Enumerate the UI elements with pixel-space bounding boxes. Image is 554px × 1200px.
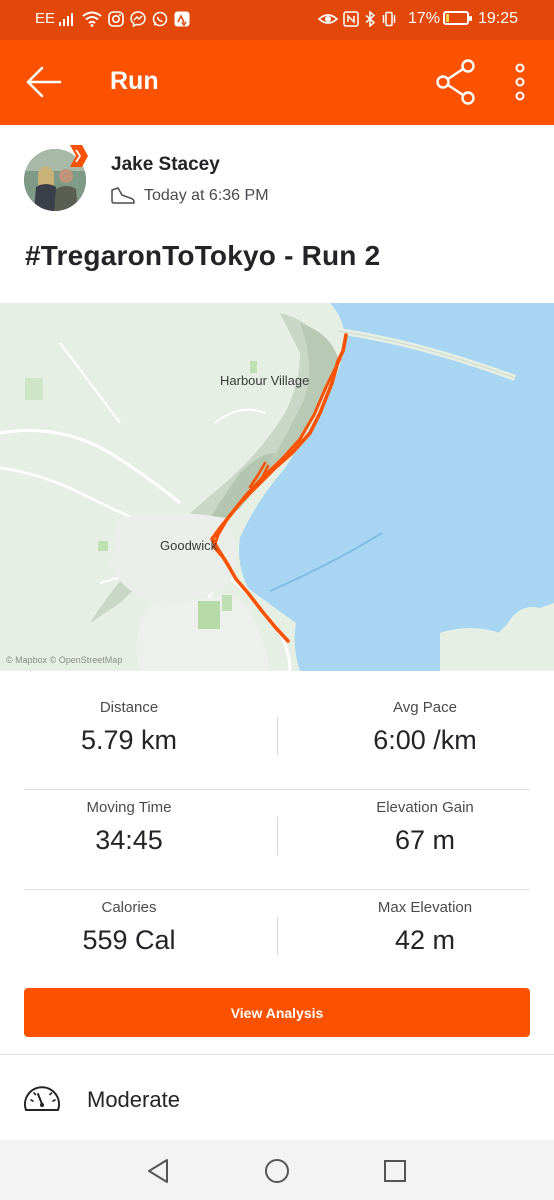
- stat-value: 5.79 km: [80, 725, 178, 755]
- stat-divider: [277, 717, 278, 755]
- map-label-goodwick: Goodwick: [160, 538, 218, 553]
- view-analysis-button[interactable]: View Analysis: [24, 988, 530, 1037]
- messenger-icon: [130, 11, 146, 27]
- shoe-icon: [111, 187, 135, 204]
- athlete-header: Jake Stacey Today at 6:36 PM: [0, 125, 554, 225]
- stats-grid: Distance 5.79 km Avg Pace 6:00 /km Movin…: [24, 690, 530, 989]
- stat-label: Elevation Gain: [376, 799, 474, 816]
- stat-label: Calories: [101, 899, 157, 916]
- stat-avg-pace: Avg Pace 6:00 /km: [320, 690, 530, 756]
- battery-fill: [446, 14, 449, 22]
- nav-home-icon[interactable]: [262, 1156, 292, 1186]
- stats-row-2: Moving Time 34:45 Elevation Gain 67 m: [24, 790, 530, 890]
- back-arrow-icon[interactable]: [22, 60, 66, 104]
- athlete-name[interactable]: Jake Stacey: [111, 154, 220, 176]
- nav-back-icon[interactable]: [143, 1156, 173, 1186]
- divider: [0, 1054, 554, 1055]
- stat-value: 6:00 /km: [373, 725, 477, 755]
- stat-value: 42 m: [394, 925, 456, 955]
- battery-percent: 17%: [408, 10, 441, 27]
- route-map[interactable]: Harbour Village Goodwick © Mapbox © Open…: [0, 303, 554, 671]
- activity-timestamp: Today at 6:36 PM: [144, 187, 269, 204]
- perceived-effort-row[interactable]: Moderate: [0, 1070, 554, 1130]
- bluetooth-icon: [365, 11, 376, 27]
- strava-app-icon: [174, 11, 190, 27]
- gauge-icon: [24, 1086, 60, 1111]
- status-right-icons: [318, 8, 397, 30]
- stat-max-elevation: Max Elevation 42 m: [320, 890, 530, 956]
- subscriber-badge-icon: [70, 145, 88, 167]
- map-attribution[interactable]: © Mapbox © OpenStreetMap: [6, 655, 122, 665]
- clock: 19:25: [478, 10, 519, 27]
- activity-meta: Today at 6:36 PM: [110, 186, 269, 206]
- stat-value: 559 Cal: [82, 925, 176, 955]
- status-left-icons: [58, 8, 190, 30]
- instagram-icon: [108, 11, 124, 27]
- wifi-icon: [82, 11, 102, 27]
- carrier-label: EE: [35, 10, 56, 27]
- stat-divider: [277, 917, 278, 955]
- stat-divider: [277, 817, 278, 855]
- vibrate-icon: [382, 11, 396, 27]
- whatsapp-icon: [152, 11, 168, 27]
- signal-icon: [59, 13, 73, 26]
- stat-elevation-gain: Elevation Gain 67 m: [320, 790, 530, 856]
- system-nav-bar: [0, 1140, 554, 1200]
- stat-value: 67 m: [394, 825, 456, 855]
- stat-value: 34:45: [95, 825, 163, 855]
- status-bar: EE 17% 19:25: [0, 0, 554, 40]
- stat-moving-time: Moving Time 34:45: [24, 790, 234, 856]
- stats-row-3: Calories 559 Cal Max Elevation 42 m: [24, 890, 530, 989]
- nfc-icon: [343, 11, 359, 27]
- more-vertical-icon[interactable]: [505, 58, 535, 106]
- stat-label: Avg Pace: [393, 699, 457, 716]
- stats-row-1: Distance 5.79 km Avg Pace 6:00 /km: [24, 690, 530, 790]
- stat-calories: Calories 559 Cal: [24, 890, 234, 956]
- battery-icon: [443, 11, 472, 25]
- eye-icon: [318, 14, 338, 24]
- activity-title: #TregaronToTokyo - Run 2: [25, 240, 381, 271]
- stat-label: Distance: [99, 699, 159, 716]
- map-label-harbour-village: Harbour Village: [220, 373, 310, 388]
- stat-label: Max Elevation: [377, 899, 473, 916]
- share-icon[interactable]: [434, 58, 478, 106]
- stat-label: Moving Time: [86, 799, 172, 816]
- effort-label: Moderate: [87, 1087, 180, 1112]
- app-bar: Run: [0, 40, 554, 125]
- stat-distance: Distance 5.79 km: [24, 690, 234, 756]
- page-title: Run: [110, 67, 159, 95]
- nav-recents-icon[interactable]: [380, 1156, 410, 1186]
